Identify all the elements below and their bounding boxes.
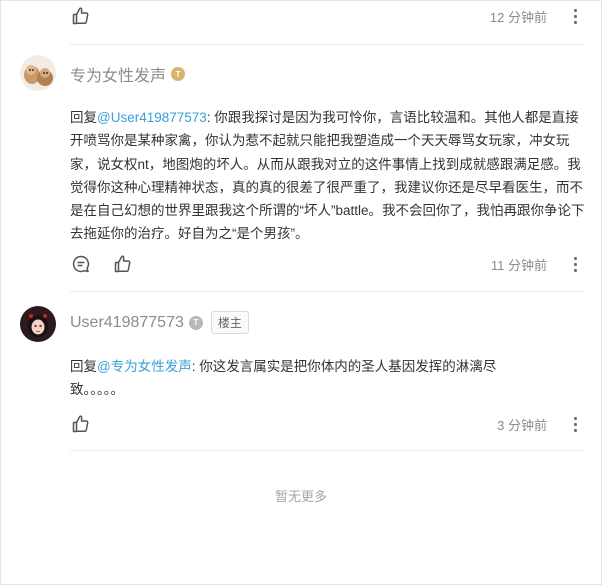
level-badge-icon: T [188, 315, 203, 330]
divider [70, 291, 585, 292]
avatar[interactable] [20, 55, 56, 91]
mention-link[interactable]: @User419877573 [97, 110, 207, 125]
comment-author: User419877573 T 楼主 [70, 311, 249, 334]
level-badge-icon: T [171, 67, 186, 81]
username[interactable]: User419877573 [70, 314, 184, 332]
more-options-icon[interactable] [567, 414, 583, 434]
divider [70, 450, 585, 451]
comment-time: 11 分钟前 [490, 257, 547, 273]
divider [70, 44, 585, 45]
comment-author: 专为女性发声 T [70, 62, 186, 86]
comment-text: : 你跟我探讨是因为我可怜你，言语比较温和。其他人都是直接开喷骂你是某种家禽，你… [70, 110, 585, 242]
comment-time: 3 分钟前 [497, 417, 547, 433]
more-options-icon[interactable] [567, 254, 583, 274]
comment-body: 回复@专为女性发声: 你这发言属实是把你体内的圣人基因发挥的淋漓尽致。。。。。 [70, 355, 540, 402]
like-icon[interactable] [112, 253, 134, 275]
avatar[interactable] [20, 306, 56, 342]
more-options-icon[interactable] [567, 6, 583, 26]
reply-icon[interactable] [70, 253, 92, 275]
previous-comment-actions: 12 分钟前 [70, 2, 585, 30]
mention-link[interactable]: @专为女性发声 [97, 359, 192, 374]
owner-badge: 楼主 [210, 311, 249, 334]
username[interactable]: 专为女性发声 [70, 62, 166, 86]
comment-actions: 11 分钟前 [70, 250, 585, 278]
reply-prefix: 回复 [70, 359, 97, 374]
like-icon[interactable] [70, 413, 92, 435]
like-icon[interactable] [70, 5, 92, 27]
comment-body: 回复@User419877573: 你跟我探讨是因为我可怜你，言语比较温和。其他… [70, 106, 585, 246]
comment-time: 12 分钟前 [489, 9, 547, 25]
no-more-text: 暂无更多 [274, 489, 327, 504]
reply-prefix: 回复 [70, 110, 97, 125]
comment-actions: 3 分钟前 [70, 410, 585, 438]
